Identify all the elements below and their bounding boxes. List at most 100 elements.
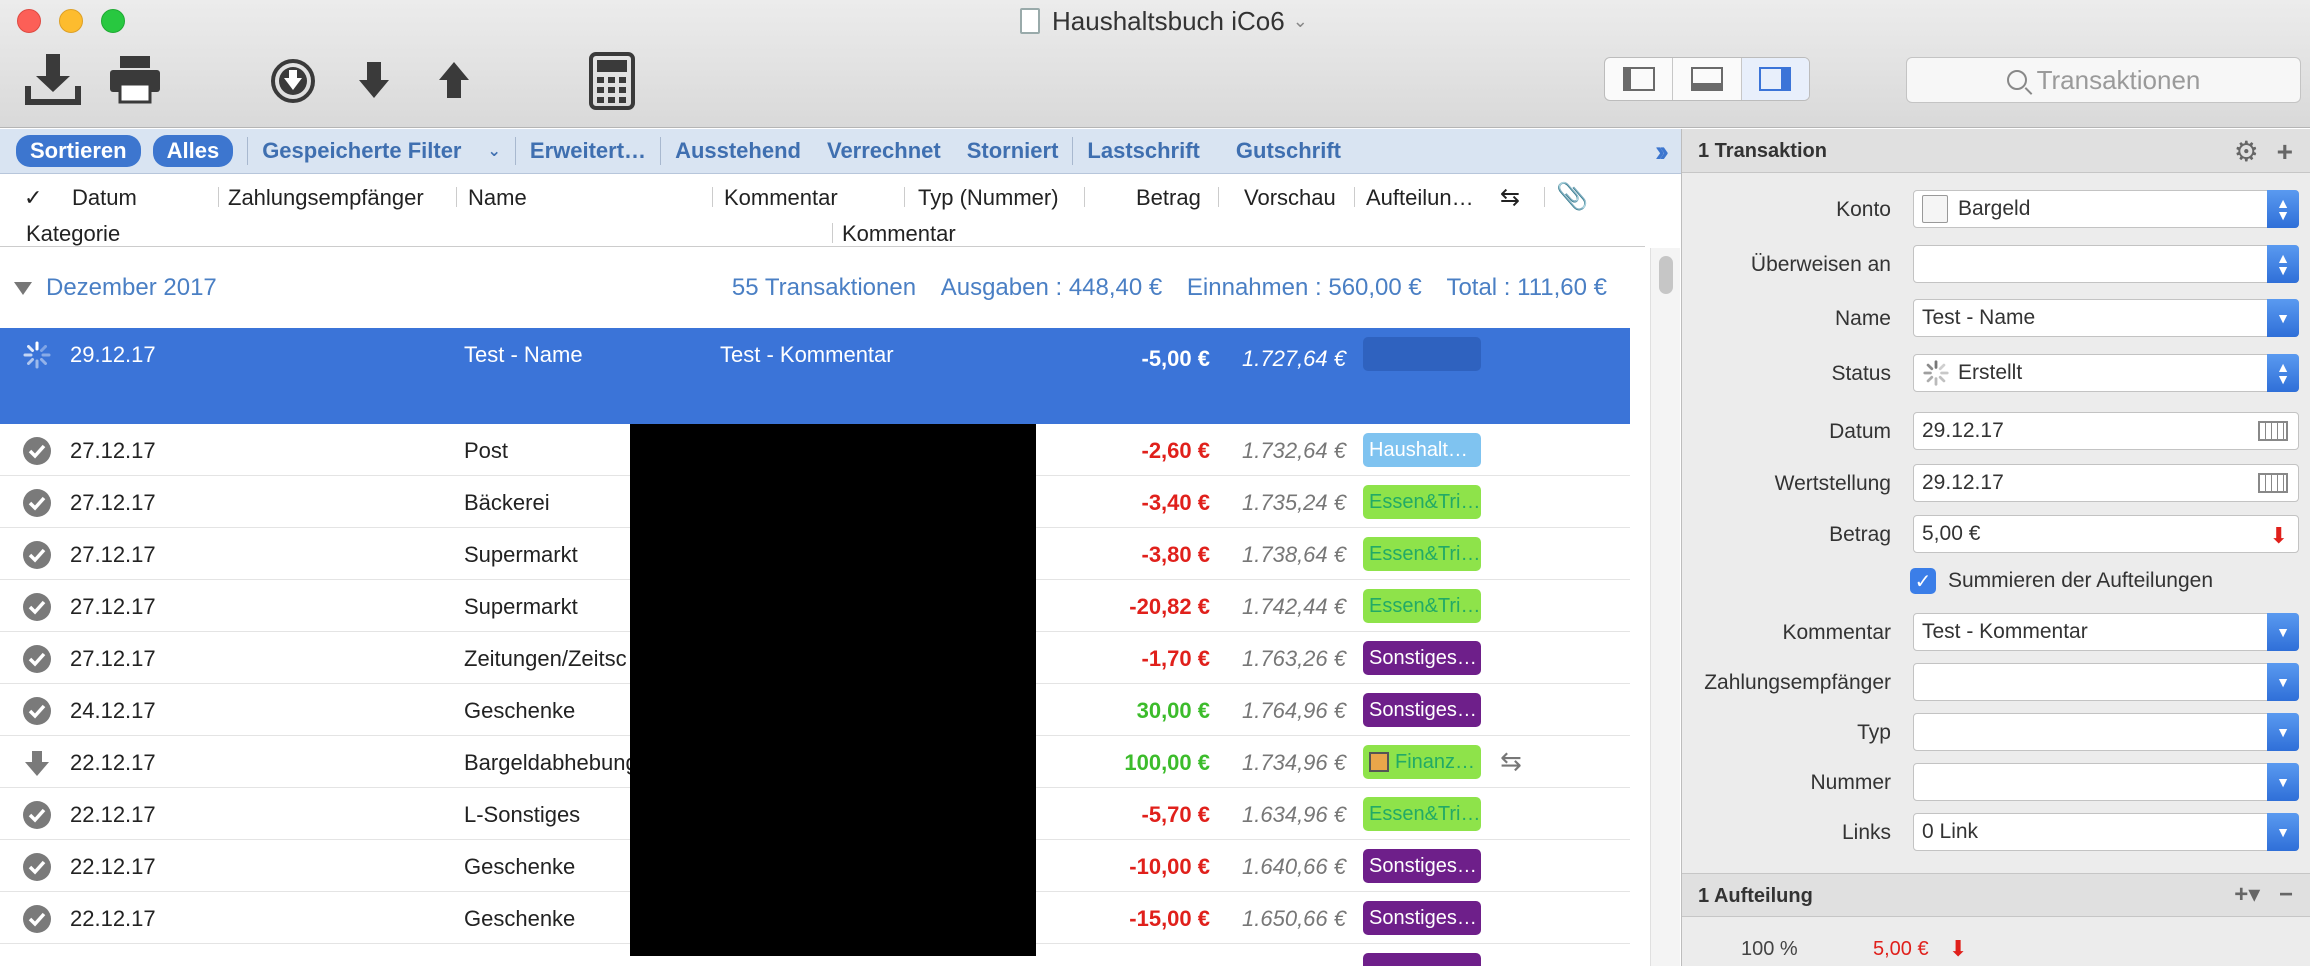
row-amount: -5,70 € (1141, 802, 1211, 827)
chevron-down-icon[interactable]: ▼ (2267, 663, 2299, 701)
cleared-check-icon (23, 437, 51, 465)
date-input[interactable]: 29.12.17 (1913, 412, 2299, 450)
status-popup[interactable]: Erstellt ▲ ▼ (1913, 354, 2299, 392)
number-label: Nummer (1810, 771, 1891, 794)
inspector-header-actions: ⚙ + (2234, 135, 2293, 168)
vertical-scrollbar[interactable] (1650, 248, 1680, 966)
filter-credit[interactable]: Gutschrift (1236, 138, 1341, 164)
import-button[interactable] (20, 50, 86, 108)
toggle-left-pane-button[interactable] (1605, 58, 1674, 100)
column-split[interactable]: Aufteilun… (1366, 185, 1474, 211)
up-down-chevron-icon: ▲ ▼ (2267, 190, 2299, 228)
close-window-button[interactable] (17, 9, 41, 33)
column-separator (904, 187, 905, 207)
scrollbar-thumb[interactable] (1659, 256, 1673, 294)
calculator-button[interactable] (586, 50, 638, 112)
comment-combobox[interactable]: Test - Kommentar ▼ (1913, 613, 2299, 651)
transfer-arrows-icon[interactable]: ⇆ (1500, 183, 1520, 212)
column-name[interactable]: Name (468, 185, 527, 211)
column-category[interactable]: Kategorie (26, 221, 120, 247)
zoom-window-button[interactable] (101, 9, 125, 33)
move-down-button[interactable] (354, 58, 394, 102)
window-title[interactable]: Haushaltsbuch iCo6 ⌄ (1020, 4, 1308, 38)
sort-button[interactable]: Sortieren (16, 135, 141, 167)
sum-splits-checkbox[interactable]: ✓ (1910, 568, 1936, 594)
links-popup[interactable]: 0 Link ▼ (1913, 813, 2299, 851)
amount-input[interactable]: 5,00 € ⬇ (1913, 515, 2299, 553)
chevron-down-icon[interactable]: ▼ (2267, 813, 2299, 851)
column-check[interactable]: ✓ (24, 185, 42, 211)
name-combobox[interactable]: Test - Name ▼ (1913, 299, 2299, 337)
chevron-down-icon[interactable]: ▼ (2267, 613, 2299, 651)
more-filters-chevron-icon[interactable]: ›› (1655, 135, 1669, 169)
add-split-icon[interactable]: +▾ (2234, 881, 2260, 908)
row-name: Supermarkt (464, 542, 578, 567)
type-combobox[interactable]: ▼ (1913, 713, 2299, 751)
gear-icon[interactable]: ⚙ (2234, 136, 2259, 167)
value-date-input[interactable]: 29.12.17 (1913, 464, 2299, 502)
chevron-down-icon[interactable]: ▼ (2267, 763, 2299, 801)
toggle-right-pane-button[interactable] (1741, 58, 1809, 100)
cleared-check-icon (23, 593, 51, 621)
add-icon[interactable]: + (2277, 136, 2293, 167)
download-transactions-button[interactable] (266, 56, 320, 106)
transfer-arrows-icon: ⇆ (1500, 746, 1522, 776)
date-value: 29.12.17 (1922, 419, 2004, 442)
filter-cleared[interactable]: Verrechnet (827, 138, 941, 164)
splits-title: 1 Aufteilung (1698, 885, 1813, 907)
row-balance: 1.734,96 € (1242, 750, 1346, 775)
filter-advanced[interactable]: Erweitert… (530, 138, 646, 164)
filter-voided[interactable]: Storniert (967, 138, 1059, 164)
filter-all-button[interactable]: Alles (152, 135, 234, 167)
disclosure-triangle-icon[interactable] (14, 282, 32, 295)
debit-arrow-down-icon[interactable]: ⬇ (2270, 523, 2288, 549)
group-count: 55 Transaktionen (731, 274, 917, 301)
saved-filters-dropdown[interactable]: Gespeicherte Filter ⌄ (262, 138, 501, 164)
amount-value: 5,00 € (1922, 522, 1981, 545)
chevron-down-icon[interactable]: ▼ (2267, 299, 2299, 337)
search-field[interactable]: Transaktionen (1906, 57, 2301, 103)
column-comment-2[interactable]: Kommentar (842, 221, 956, 247)
remove-split-icon[interactable]: − (2279, 881, 2293, 908)
number-combobox[interactable]: ▼ (1913, 763, 2299, 801)
row-name: Geschenke (464, 906, 576, 931)
links-field: Links 0 Link ▼ (1682, 811, 2310, 853)
filter-debit[interactable]: Lastschrift (1087, 138, 1199, 164)
print-button[interactable] (104, 52, 166, 106)
row-amount: -20,82 € (1129, 594, 1210, 619)
column-type-number[interactable]: Typ (Nummer) (918, 185, 1059, 211)
view-layout-segmented-control (1604, 57, 1810, 101)
column-amount[interactable]: Betrag (1136, 185, 1201, 211)
value-date-field: Wertstellung 29.12.17 (1682, 462, 2310, 504)
row-category-label: Finanz… (1395, 750, 1476, 773)
column-comment[interactable]: Kommentar (724, 185, 838, 211)
column-date[interactable]: Datum (72, 185, 137, 211)
row-amount: -5,00 € (1141, 346, 1211, 371)
row-name: L-Sonstiges (464, 802, 581, 827)
account-popup[interactable]: Bargeld ▲ ▼ (1913, 190, 2299, 228)
row-date: 24.12.17 (70, 698, 156, 723)
account-icon (1922, 195, 1948, 223)
row-balance: 1.727,64 € (1242, 346, 1346, 371)
column-preview[interactable]: Vorschau (1244, 185, 1336, 211)
type-field: Typ ▼ (1682, 711, 2310, 753)
toggle-bottom-pane-button[interactable] (1673, 58, 1742, 100)
minimize-window-button[interactable] (59, 9, 83, 33)
table-row[interactable]: 29.12.17 Test - Name Test - Kommentar -5… (0, 328, 1630, 424)
move-up-button[interactable] (434, 58, 474, 102)
paperclip-icon[interactable]: 📎 (1556, 181, 1588, 212)
month-group-header[interactable]: Dezember 2017 55 Transaktionen Ausgaben … (0, 248, 1645, 328)
column-payee[interactable]: Zahlungsempfänger (228, 185, 424, 211)
download-arrow-icon (25, 751, 49, 776)
split-row[interactable]: 100 % 5,00 € ⬇ (1681, 930, 2310, 966)
transfer-popup[interactable]: ▲ ▼ (1913, 245, 2299, 283)
number-field: Nummer ▼ (1682, 761, 2310, 803)
calendar-icon[interactable] (2258, 421, 2288, 441)
chevron-down-icon[interactable]: ▼ (2267, 713, 2299, 751)
cleared-check-icon (23, 541, 51, 569)
chevron-down-icon: ⌄ (1292, 10, 1308, 31)
calendar-icon[interactable] (2258, 473, 2288, 493)
filter-pending[interactable]: Ausstehend (675, 138, 801, 164)
row-name: Supermarkt (464, 594, 578, 619)
payee-combobox[interactable]: ▼ (1913, 663, 2299, 701)
